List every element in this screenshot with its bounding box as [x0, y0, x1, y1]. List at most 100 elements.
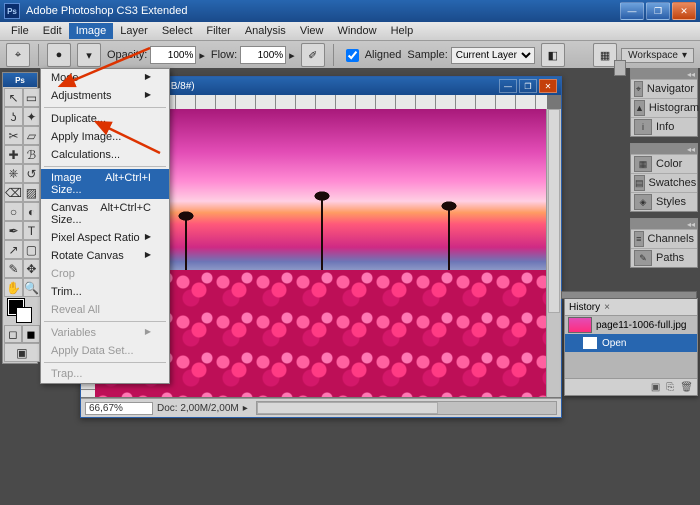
new-snapshot-icon[interactable]: ▣ — [651, 382, 660, 393]
menu-item-duplicate[interactable]: Duplicate... — [41, 110, 169, 128]
history-collapse-handle[interactable] — [561, 291, 697, 299]
menu-edit[interactable]: Edit — [36, 23, 69, 39]
opacity-input[interactable] — [150, 46, 196, 64]
zoom-tool-icon[interactable]: 🔍 — [23, 278, 40, 297]
path-tool-icon[interactable]: ↗ — [4, 240, 23, 259]
swatches-panel-button[interactable]: ▤Swatches — [631, 173, 697, 192]
maximize-button[interactable]: ❐ — [646, 2, 670, 20]
flow-input[interactable] — [240, 46, 286, 64]
aligned-checkbox[interactable] — [346, 49, 359, 62]
menu-analysis[interactable]: Analysis — [238, 23, 293, 39]
paths-panel-button[interactable]: ✎Paths — [631, 248, 697, 267]
chevron-down-icon: ▾ — [682, 50, 687, 61]
menu-view[interactable]: View — [293, 23, 331, 39]
image-menu-dropdown: Mode▶Adjustments▶ Duplicate...Apply Image… — [40, 68, 170, 384]
new-document-icon[interactable]: ⎘ — [666, 382, 674, 393]
minimize-button[interactable]: — — [620, 2, 644, 20]
color-panel-button[interactable]: ▦Color — [631, 154, 697, 173]
slice-tool-icon[interactable]: ▱ — [23, 126, 40, 145]
workspace-button[interactable]: Workspace ▾ — [621, 48, 694, 63]
menu-item-crop: Crop — [41, 265, 169, 283]
menu-image[interactable]: Image — [69, 23, 114, 39]
dock-handle[interactable]: ◂◂ — [631, 144, 697, 154]
airbrush-icon[interactable]: ✐ — [301, 43, 325, 67]
sample-select[interactable]: Current Layer — [451, 47, 535, 64]
info-icon: i — [634, 119, 652, 135]
marquee-tool-icon[interactable]: ▭ — [23, 88, 40, 107]
brush-dropdown-icon[interactable]: ▾ — [77, 43, 101, 67]
menu-item-adjustments[interactable]: Adjustments▶ — [41, 87, 169, 105]
sample-layers-icon[interactable]: ◧ — [541, 43, 565, 67]
brush-preset-icon[interactable]: ● — [47, 43, 71, 67]
dock-handle[interactable]: ◂◂ — [631, 69, 697, 79]
dock-group-1: ◂◂ ⌖Navigator ▲Histogram iInfo — [630, 68, 698, 137]
history-footer: ▣ ⎘ 🗑 — [565, 378, 697, 395]
menu-item-rotate-canvas[interactable]: Rotate Canvas▶ — [41, 247, 169, 265]
info-arrow-icon[interactable]: ▸ — [243, 403, 248, 414]
close-tab-icon[interactable]: × — [604, 302, 610, 313]
notes-tool-icon[interactable]: ✎ — [4, 259, 23, 278]
histogram-panel-button[interactable]: ▲Histogram — [631, 98, 697, 117]
menu-item-image-size[interactable]: Image Size...Alt+Ctrl+I — [41, 169, 169, 199]
menu-help[interactable]: Help — [384, 23, 421, 39]
tool-preset-icon[interactable]: ⌖ — [6, 43, 30, 67]
menu-filter[interactable]: Filter — [199, 23, 237, 39]
channels-panel-button[interactable]: ≡Channels — [631, 229, 697, 248]
doc-close-button[interactable]: ✕ — [539, 79, 557, 93]
history-state-row[interactable]: Open — [565, 334, 697, 352]
close-button[interactable]: ✕ — [672, 2, 696, 20]
quick-mask-icon[interactable]: ◼ — [22, 325, 40, 343]
menu-item-calculations[interactable]: Calculations... — [41, 146, 169, 164]
brush-tool-icon[interactable]: ℬ — [23, 145, 40, 164]
eraser-tool-icon[interactable]: ⌫ — [4, 183, 23, 202]
lasso-tool-icon[interactable]: ʖ — [4, 107, 23, 126]
background-color[interactable] — [16, 307, 32, 323]
dock-handle[interactable]: ◂◂ — [631, 219, 697, 229]
menu-select[interactable]: Select — [155, 23, 200, 39]
menu-item-trim[interactable]: Trim... — [41, 283, 169, 301]
dodge-tool-icon[interactable]: ◐ — [23, 202, 40, 221]
blur-tool-icon[interactable]: ○ — [4, 202, 23, 221]
menu-item-apply-image[interactable]: Apply Image... — [41, 128, 169, 146]
pen-tool-icon[interactable]: ✒ — [4, 221, 23, 240]
menu-item-mode[interactable]: Mode▶ — [41, 69, 169, 87]
info-panel-button[interactable]: iInfo — [631, 117, 697, 136]
crop-tool-icon[interactable]: ✂ — [4, 126, 23, 145]
app-icon: Ps — [4, 3, 20, 19]
styles-panel-button[interactable]: ◈Styles — [631, 192, 697, 211]
history-brush-tool-icon[interactable]: ↺ — [23, 164, 40, 183]
history-tab[interactable]: History × — [565, 299, 697, 316]
hand-tool-icon[interactable]: ✋ — [4, 278, 23, 297]
dock-collapse-icon[interactable] — [614, 60, 626, 76]
app-title: Adobe Photoshop CS3 Extended — [26, 5, 620, 17]
heal-tool-icon[interactable]: ✚ — [4, 145, 23, 164]
stamp-tool-icon[interactable]: ⎈ — [4, 164, 23, 183]
horizontal-scrollbar[interactable] — [256, 401, 557, 415]
standard-mode-icon[interactable]: ◻ — [4, 325, 22, 343]
eyedropper-tool-icon[interactable]: ✥ — [23, 259, 40, 278]
zoom-field[interactable]: 66,67% — [85, 402, 153, 415]
delete-state-icon[interactable]: 🗑 — [680, 382, 693, 393]
menu-item-pixel-aspect-ratio[interactable]: Pixel Aspect Ratio▶ — [41, 229, 169, 247]
menu-item-canvas-size[interactable]: Canvas Size...Alt+Ctrl+C — [41, 199, 169, 229]
type-tool-icon[interactable]: T — [23, 221, 40, 240]
doc-maximize-button[interactable]: ❐ — [519, 79, 537, 93]
navigator-panel-button[interactable]: ⌖Navigator — [631, 79, 697, 98]
opacity-arrow-icon[interactable]: ▸ — [199, 49, 205, 62]
screen-mode-icon[interactable]: ▣ — [4, 343, 40, 362]
vertical-scrollbar[interactable] — [546, 109, 561, 397]
doc-info: Doc: 2,00M/2,00M — [157, 403, 239, 414]
histogram-icon: ▲ — [634, 100, 645, 116]
shape-tool-icon[interactable]: ▢ — [23, 240, 40, 259]
color-swatches[interactable] — [4, 297, 40, 325]
menu-file[interactable]: File — [4, 23, 36, 39]
menu-layer[interactable]: Layer — [113, 23, 155, 39]
toolbox-title[interactable]: Ps — [3, 73, 37, 87]
flow-arrow-icon[interactable]: ▸ — [289, 49, 295, 62]
history-snapshot-row[interactable]: page11-1006-full.jpg — [565, 316, 697, 334]
move-tool-icon[interactable]: ↖ — [4, 88, 23, 107]
menu-window[interactable]: Window — [330, 23, 383, 39]
gradient-tool-icon[interactable]: ▨ — [23, 183, 40, 202]
wand-tool-icon[interactable]: ✦ — [23, 107, 40, 126]
doc-minimize-button[interactable]: — — [499, 79, 517, 93]
